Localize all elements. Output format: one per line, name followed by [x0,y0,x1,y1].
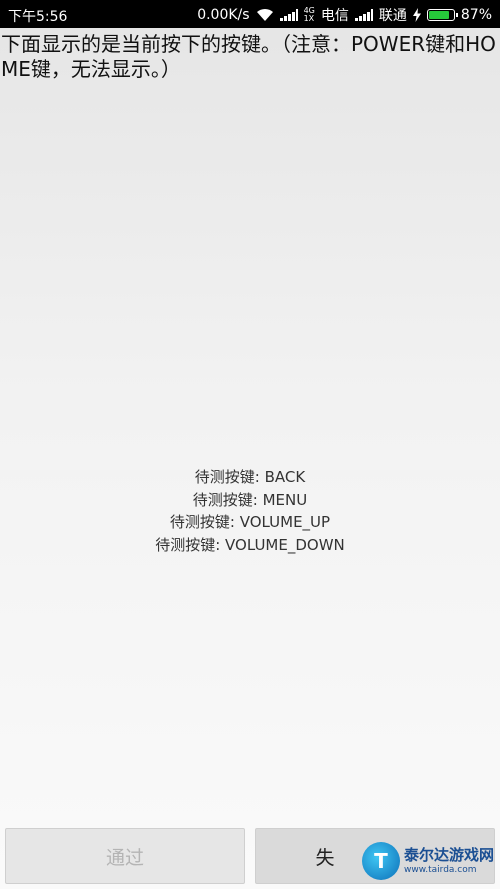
wifi-icon [256,8,273,21]
net-speed: 0.00K/s [197,7,250,23]
signal-icon [354,9,373,21]
network-type-badge: 4G 1X [304,7,315,23]
pending-key-item: 待测按键: MENU [192,490,308,509]
battery-percent: 87% [460,7,492,23]
carrier-2: 联通 [378,8,407,24]
battery-fill [428,11,450,19]
pending-key-item: 待测按键: BACK [194,468,306,486]
pending-key-item: 待测按键: VOLUME_DOWN [155,535,345,554]
pass-button[interactable]: 通过 [5,828,245,884]
watermark-title: 泰尔达游戏网 [404,846,495,864]
status-indicators: 0.00K/s 4G 1X 电信 联通 87% [197,5,492,25]
watermark: T 泰尔达游戏网 www.tairda.com [362,836,500,886]
signal-icon [279,9,298,21]
network-badge-bottom: 1X [303,14,315,23]
status-time: 下午5:56 [8,9,68,25]
notice-text: 下面显示的是当前按下的按键。（注意：POWER键和HOME键，无法显示。） [1,32,496,81]
fail-button-label: 失 [315,846,335,869]
watermark-url: www.tairda.com [404,865,477,875]
pending-key-item: 待测按键: VOLUME_UP [169,513,331,531]
charging-icon [412,8,421,22]
carrier-1: 电信 [320,8,349,24]
pending-key-list: 待测按键: BACK 待测按键: MENU 待测按键: VOLUME_UP 待测… [0,466,500,556]
watermark-logo: T [362,842,400,880]
watermark-text: 泰尔达游戏网 www.tairda.com [404,846,494,876]
battery-icon [426,9,458,21]
status-bar: 下午5:56 0.00K/s 4G 1X 电信 联通 87% [0,0,500,28]
